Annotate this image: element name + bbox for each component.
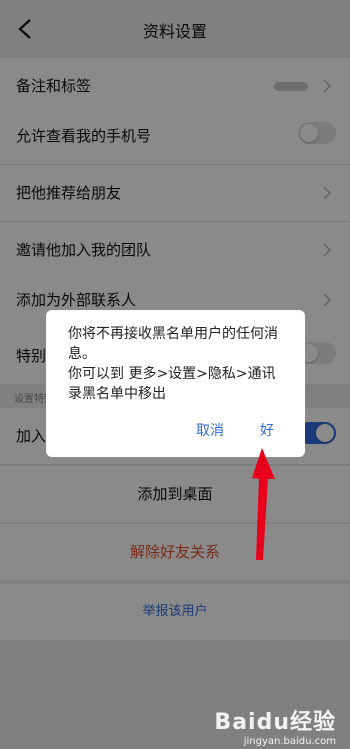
baidu-watermark: Baidu经验 jingyan.baidu.com — [214, 704, 336, 747]
red-arrow-annotation — [252, 448, 275, 560]
arrow-shape — [252, 448, 275, 560]
watermark-sub: jingyan.baidu.com — [243, 736, 336, 747]
watermark-main: Baidu经验 — [214, 710, 336, 735]
